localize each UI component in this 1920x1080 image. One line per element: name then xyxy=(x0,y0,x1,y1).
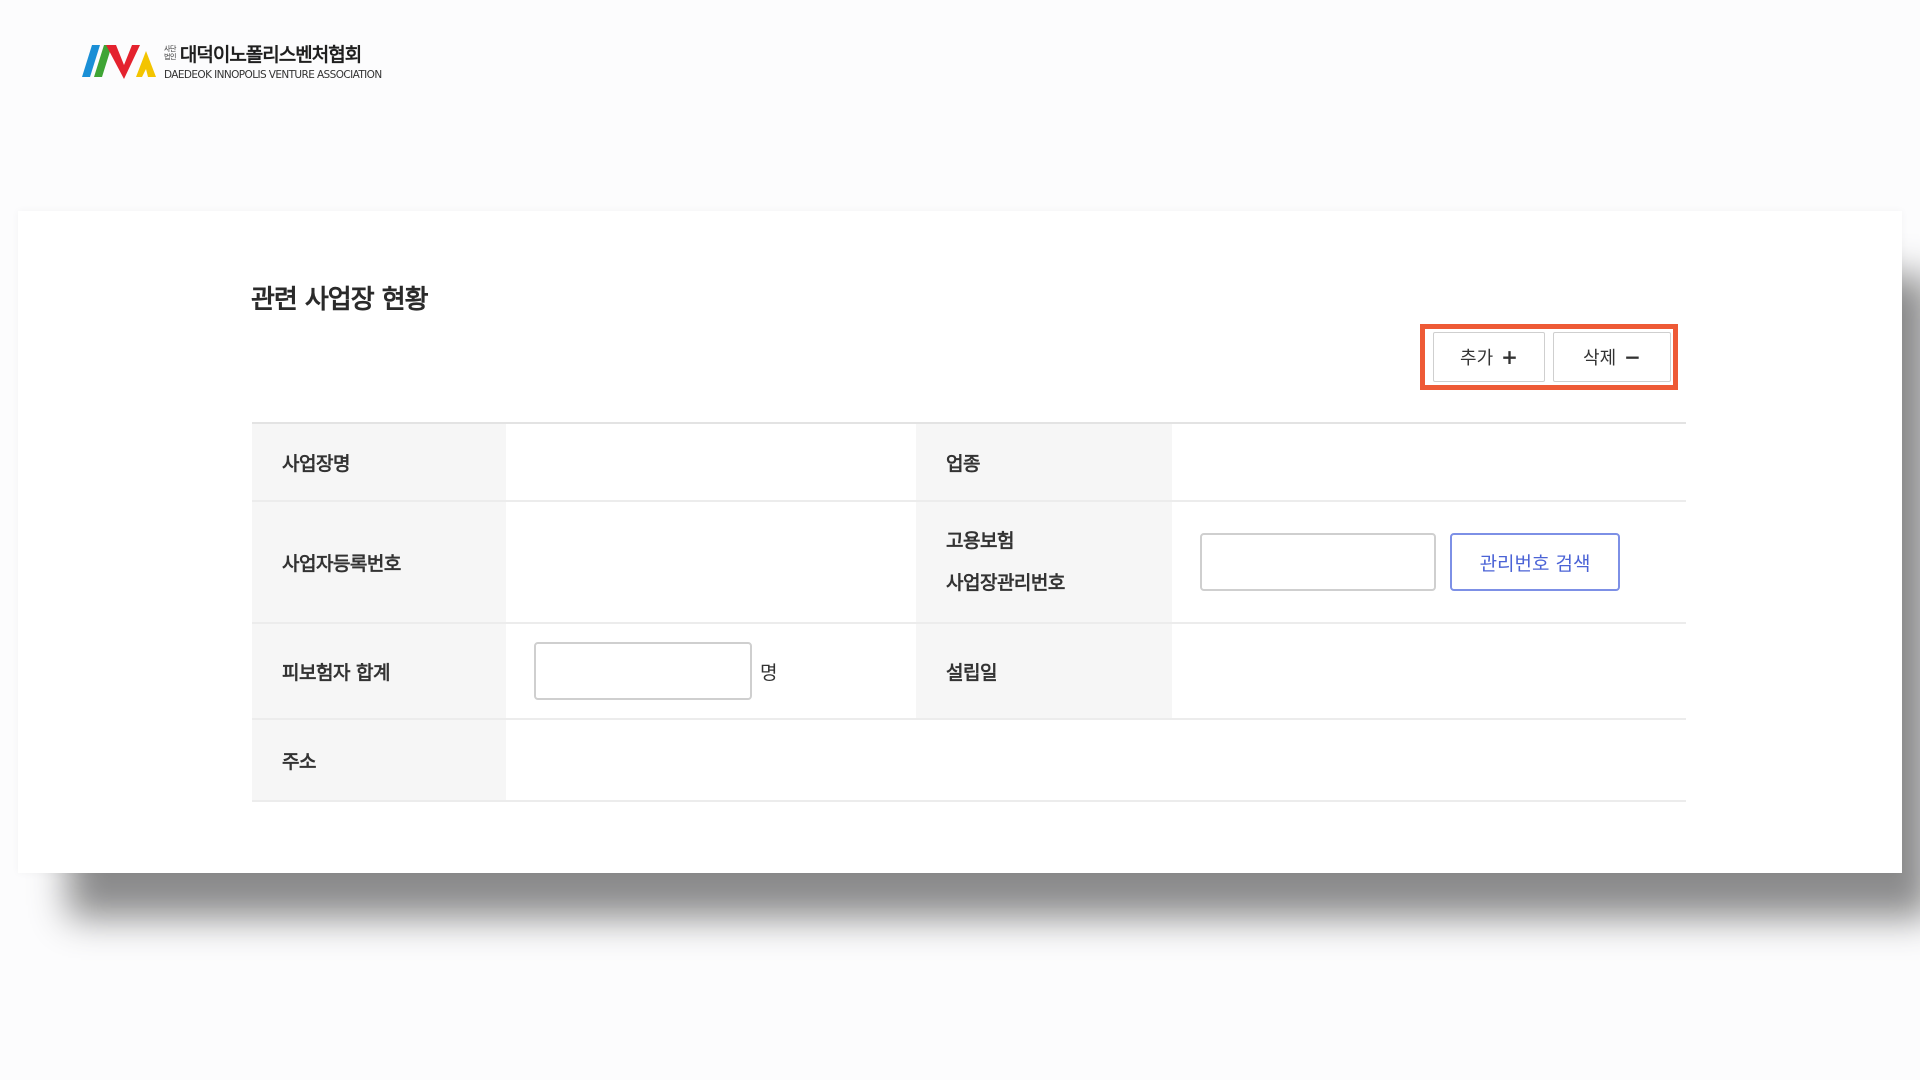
insurance-number-label-line2: 사업장관리번호 xyxy=(946,572,1065,594)
insurance-number-label-line1: 고용보험 xyxy=(946,530,1014,552)
industry-label: 업종 xyxy=(916,423,1172,502)
add-button-label: 추가 xyxy=(1460,348,1494,369)
table-row: 사업자등록번호 고용보험 사업장관리번호 관리번호 검색 xyxy=(252,501,1686,624)
table-row: 피보험자 합계 명 설립일 xyxy=(252,623,1686,720)
plus-icon: + xyxy=(1501,345,1518,369)
insurance-number-cell: 관리번호 검색 xyxy=(1172,501,1686,624)
address-label: 주소 xyxy=(252,719,506,802)
logo-korean-name: 대덕이노폴리스벤처협회 xyxy=(179,43,362,66)
table-row: 주소 xyxy=(252,719,1686,802)
insured-total-cell: 명 xyxy=(506,623,916,720)
logo-text: 사단 법인 대덕이노폴리스벤처협회 DAEDEOK INNOPOLIS VENT… xyxy=(164,40,382,81)
content-card: 관련 사업장 현황 추가 + 삭제 − 사업장명 업종 사업자등록번호 고용보험… xyxy=(18,211,1902,873)
logo-prefix: 사단 법인 xyxy=(164,45,176,61)
logo-prefix-bottom: 법인 xyxy=(164,53,176,61)
founded-date-label: 설립일 xyxy=(916,623,1172,720)
industry-value xyxy=(1172,423,1686,502)
reg-number-label: 사업자등록번호 xyxy=(252,501,506,624)
delete-button-label: 삭제 xyxy=(1583,348,1617,369)
insurance-number-input[interactable] xyxy=(1200,533,1436,591)
add-button[interactable]: 추가 + xyxy=(1433,332,1545,382)
insured-total-label: 피보험자 합계 xyxy=(252,623,506,720)
table-row: 사업장명 업종 xyxy=(252,423,1686,502)
founded-date-value xyxy=(1172,623,1686,720)
address-value xyxy=(506,719,1686,802)
logo-english-name: DAEDEOK INNOPOLIS VENTURE ASSOCIATION xyxy=(164,68,382,81)
delete-button[interactable]: 삭제 − xyxy=(1553,332,1671,382)
business-name-label: 사업장명 xyxy=(252,423,506,502)
site-logo[interactable]: 사단 법인 대덕이노폴리스벤처협회 DAEDEOK INNOPOLIS VENT… xyxy=(80,38,382,82)
logo-prefix-top: 사단 xyxy=(164,45,176,53)
insured-total-input[interactable] xyxy=(534,642,752,700)
reg-number-value xyxy=(506,501,916,624)
minus-icon: − xyxy=(1624,345,1641,369)
search-number-button[interactable]: 관리번호 검색 xyxy=(1450,533,1621,591)
business-site-table: 사업장명 업종 사업자등록번호 고용보험 사업장관리번호 관리번호 검색 피보험… xyxy=(252,422,1686,802)
insured-unit: 명 xyxy=(760,661,778,684)
business-name-value xyxy=(506,423,916,502)
row-action-buttons: 추가 + 삭제 − xyxy=(1420,324,1678,390)
logo-mark-icon xyxy=(82,45,156,79)
section-title: 관련 사업장 현황 xyxy=(251,285,429,315)
insurance-number-label: 고용보험 사업장관리번호 xyxy=(916,501,1172,624)
